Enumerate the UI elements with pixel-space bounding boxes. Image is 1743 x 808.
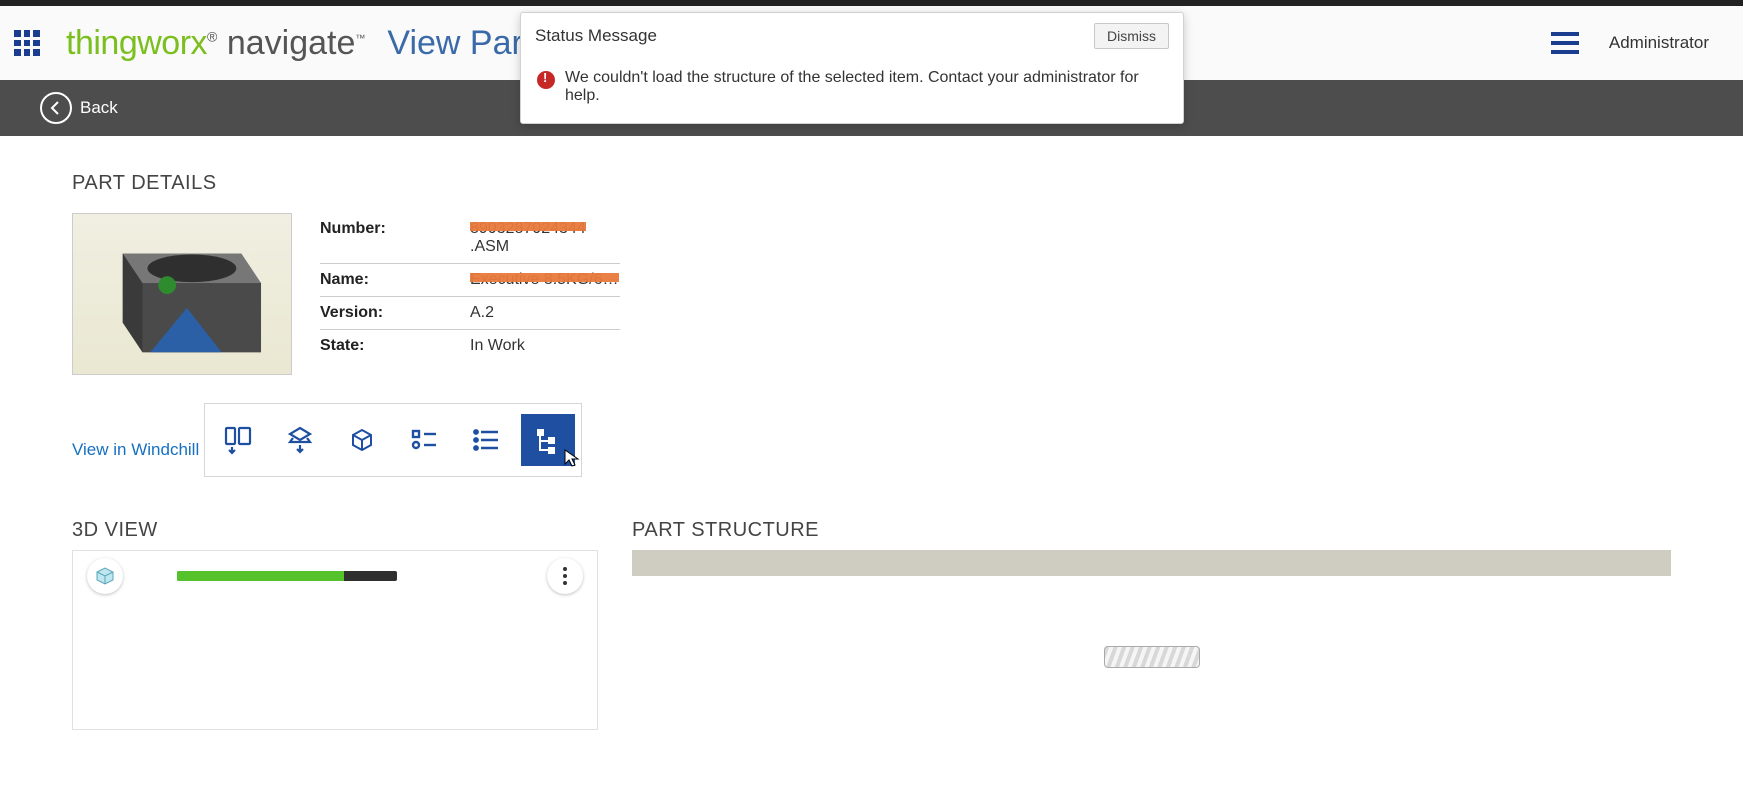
brand-thingworx: thingworx® [66, 24, 217, 63]
prop-value: Executive 8.5KG/6… [470, 271, 620, 289]
brand-navigate-text: navigate [227, 24, 356, 62]
prop-value: In Work [470, 337, 620, 355]
error-icon [537, 71, 555, 89]
prop-row-state: State: In Work [320, 330, 620, 362]
part-details-title: PART DETAILS [72, 172, 1671, 195]
prop-label: Number: [320, 220, 470, 256]
redacted-text: Executive 8.5KG/6… [470, 271, 619, 289]
toast-title: Status Message [535, 26, 657, 46]
tool-attributes[interactable] [397, 414, 451, 466]
registered-mark: ® [207, 28, 217, 44]
prop-row-name: Name: Executive 8.5KG/6… [320, 264, 620, 297]
back-button[interactable]: Back [40, 92, 118, 124]
more-menu-button[interactable] [547, 558, 583, 594]
tool-download-drawing[interactable] [211, 414, 265, 466]
tool-cube-view[interactable] [335, 414, 389, 466]
tool-download-cad[interactable] [273, 414, 327, 466]
back-arrow-icon [40, 92, 72, 124]
toast-message: We couldn't load the structure of the se… [565, 69, 1167, 105]
view-in-windchill-link[interactable]: View in Windchill [72, 440, 199, 460]
dismiss-button[interactable]: Dismiss [1094, 23, 1169, 49]
3d-cube-button[interactable] [87, 558, 123, 594]
structure-table-body [632, 576, 1671, 734]
part-structure-title: PART STRUCTURE [632, 519, 1671, 542]
tool-list[interactable] [459, 414, 513, 466]
apps-grid-icon[interactable] [14, 30, 40, 56]
tool-structure-tree[interactable] [521, 414, 575, 466]
part-properties: Number: 8903287024344.ASM Name: Executiv… [320, 213, 620, 375]
menu-icon[interactable] [1551, 32, 1579, 54]
app-header: thingworx® navigate™ View Part Administr… [0, 6, 1743, 80]
trademark-mark: ™ [355, 33, 365, 44]
prop-label: State: [320, 337, 470, 355]
structure-table-header [632, 550, 1671, 576]
status-message-toast: Status Message Dismiss We couldn't load … [520, 12, 1184, 124]
load-progress [177, 571, 397, 581]
back-label: Back [80, 98, 118, 118]
user-name[interactable]: Administrator [1609, 33, 1709, 53]
brand-navigate: navigate™ [227, 24, 366, 63]
part-thumbnail [72, 213, 292, 375]
view-toolbar [204, 403, 582, 477]
cursor-icon [563, 448, 581, 468]
page-title: View Part [387, 24, 532, 63]
3d-view-canvas[interactable] [72, 600, 598, 730]
prop-row-version: Version: A.2 [320, 297, 620, 330]
load-progress-fill [177, 571, 344, 581]
prop-value: A.2 [470, 304, 620, 322]
3d-view-title: 3D VIEW [72, 519, 598, 542]
prop-row-number: Number: 8903287024344.ASM [320, 213, 620, 264]
prop-value: 8903287024344.ASM [470, 220, 620, 256]
loading-indicator-icon [1104, 646, 1200, 668]
prop-label: Version: [320, 304, 470, 322]
brand-thingworx-text: thingworx [66, 24, 207, 62]
prop-label: Name: [320, 271, 470, 289]
3d-view-toolbar [72, 550, 598, 600]
redacted-text: 8903287024344 [470, 220, 586, 238]
